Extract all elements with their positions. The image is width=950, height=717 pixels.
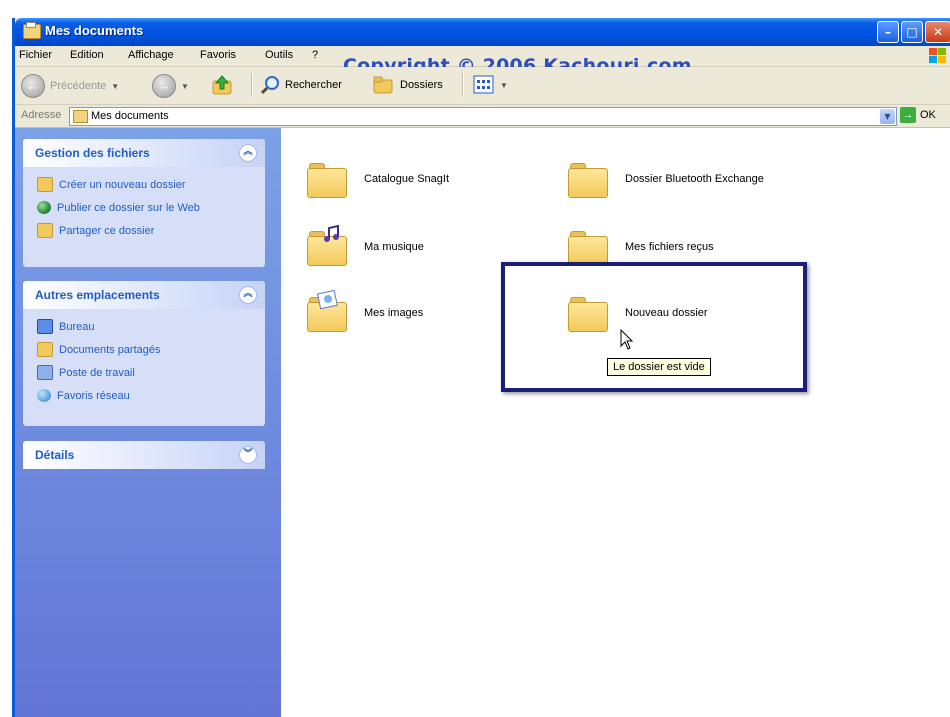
menu-fichier[interactable]: Fichier (19, 49, 52, 61)
documents-folder-icon (73, 110, 88, 123)
panel-title: Gestion des fichiers (35, 146, 150, 160)
file-view: Catalogue SnagIt Ma musique Mes images D… (281, 128, 950, 717)
views-button[interactable]: ▼ (473, 75, 508, 95)
folder-item[interactable]: Dossier Bluetooth Exchange (568, 161, 764, 198)
panel-title: Autres emplacements (35, 288, 160, 302)
up-folder-icon (212, 75, 232, 95)
back-label: Précédente (50, 80, 107, 92)
panel-title: Détails (35, 448, 75, 462)
mouse-cursor-icon (620, 329, 634, 350)
go-label: OK (920, 109, 936, 121)
shared-folder-icon (37, 342, 53, 357)
toolbar-separator (462, 73, 464, 97)
menu-help[interactable]: ? (312, 49, 318, 61)
go-button[interactable]: → OK (900, 107, 936, 123)
task-new-folder[interactable]: Créer un nouveau dossier (37, 173, 265, 196)
folder-label: Catalogue SnagIt (364, 173, 450, 185)
explorer-window: Mes documents – □ ✕ Fichier Edition Affi… (12, 18, 950, 717)
chevron-down-icon: ▼ (181, 81, 189, 91)
folder-label: Ma musique (364, 241, 424, 253)
pictures-folder-icon (307, 289, 347, 332)
menu-favoris[interactable]: Favoris (200, 49, 236, 61)
task-publish-web[interactable]: Publier ce dossier sur le Web (37, 196, 265, 219)
address-field[interactable]: Mes documents ▼ (69, 107, 897, 126)
title-bar[interactable]: Mes documents – □ ✕ (15, 18, 950, 46)
address-label: Adresse (21, 109, 62, 121)
share-folder-icon (37, 223, 53, 238)
folder-label: Mes images (364, 307, 424, 319)
panel-details: Détails ︾ (23, 441, 265, 469)
tooltip: Le dossier est vide (607, 358, 711, 376)
address-bar: Adresse Mes documents ▼ → OK (15, 105, 950, 128)
music-folder-icon (307, 225, 347, 266)
documents-folder-icon (23, 22, 41, 39)
search-icon (260, 76, 279, 95)
folder-icon (568, 161, 608, 198)
new-folder-icon (37, 177, 53, 192)
collapse-icon[interactable]: ︽ (239, 286, 257, 304)
forward-button[interactable]: → ▼ (152, 74, 189, 98)
place-my-computer[interactable]: Poste de travail (37, 361, 265, 384)
panel-file-tasks: Gestion des fichiers ︽ Créer un nouveau … (23, 139, 265, 267)
folder-item[interactable]: Ma musique (307, 225, 424, 266)
folder-item[interactable]: Mes fichiers reçus (568, 229, 714, 266)
up-folder-button[interactable] (211, 74, 233, 96)
place-shared-documents[interactable]: Documents partagés (37, 338, 265, 361)
views-icon (473, 75, 494, 94)
folder-item[interactable]: Mes images (307, 289, 424, 332)
task-pane: Gestion des fichiers ︽ Créer un nouveau … (15, 128, 281, 717)
folders-icon (373, 76, 393, 94)
task-label: Poste de travail (59, 366, 135, 379)
toolbar: ← Précédente ▼ → ▼ Rechercher Dossiers ▼ (15, 67, 950, 105)
place-network[interactable]: Favoris réseau (37, 384, 265, 407)
task-label: Créer un nouveau dossier (59, 178, 186, 191)
window-title: Mes documents (45, 23, 144, 38)
folders-label: Dossiers (400, 79, 443, 91)
desktop-icon (37, 319, 53, 334)
panel-header[interactable]: Autres emplacements ︽ (23, 281, 265, 309)
search-button[interactable]: Rechercher (260, 75, 342, 95)
folder-label: Mes fichiers reçus (625, 241, 714, 253)
menu-edition[interactable]: Edition (70, 49, 104, 61)
back-arrow-icon: ← (21, 74, 45, 98)
minimize-button[interactable]: – (877, 21, 899, 43)
folder-icon (307, 161, 347, 198)
panel-header[interactable]: Gestion des fichiers ︽ (23, 139, 265, 167)
chevron-down-icon[interactable]: ▼ (880, 109, 895, 124)
computer-icon (37, 365, 53, 380)
place-bureau[interactable]: Bureau (37, 315, 265, 338)
folders-button[interactable]: Dossiers (373, 75, 443, 95)
expand-icon[interactable]: ︾ (239, 446, 257, 464)
windows-logo-icon (929, 48, 947, 64)
task-share-folder[interactable]: Partager ce dossier (37, 219, 265, 242)
folder-item[interactable]: Catalogue SnagIt (307, 161, 450, 198)
back-button[interactable]: ← Précédente ▼ (21, 74, 119, 98)
task-label: Favoris réseau (57, 389, 130, 402)
address-value: Mes documents (91, 110, 169, 122)
close-button[interactable]: ✕ (925, 21, 950, 43)
folder-label: Dossier Bluetooth Exchange (625, 173, 764, 185)
forward-arrow-icon: → (152, 74, 176, 98)
task-label: Publier ce dossier sur le Web (57, 201, 200, 214)
menu-outils[interactable]: Outils (265, 49, 293, 61)
globe-icon (37, 201, 51, 214)
search-label: Rechercher (285, 79, 342, 91)
go-arrow-icon: → (900, 107, 916, 123)
chevron-down-icon: ▼ (111, 81, 120, 91)
maximize-button[interactable]: □ (901, 21, 923, 43)
toolbar-separator (251, 73, 253, 97)
panel-header[interactable]: Détails ︾ (23, 441, 265, 469)
menu-affichage[interactable]: Affichage (128, 49, 174, 61)
task-label: Partager ce dossier (59, 224, 155, 237)
panel-other-places: Autres emplacements ︽ Bureau Documents p… (23, 281, 265, 426)
task-label: Documents partagés (59, 343, 161, 356)
chevron-down-icon: ▼ (500, 80, 508, 90)
collapse-icon[interactable]: ︽ (239, 144, 257, 162)
folder-icon (568, 229, 608, 266)
task-label: Bureau (59, 320, 95, 333)
network-icon (37, 389, 51, 402)
